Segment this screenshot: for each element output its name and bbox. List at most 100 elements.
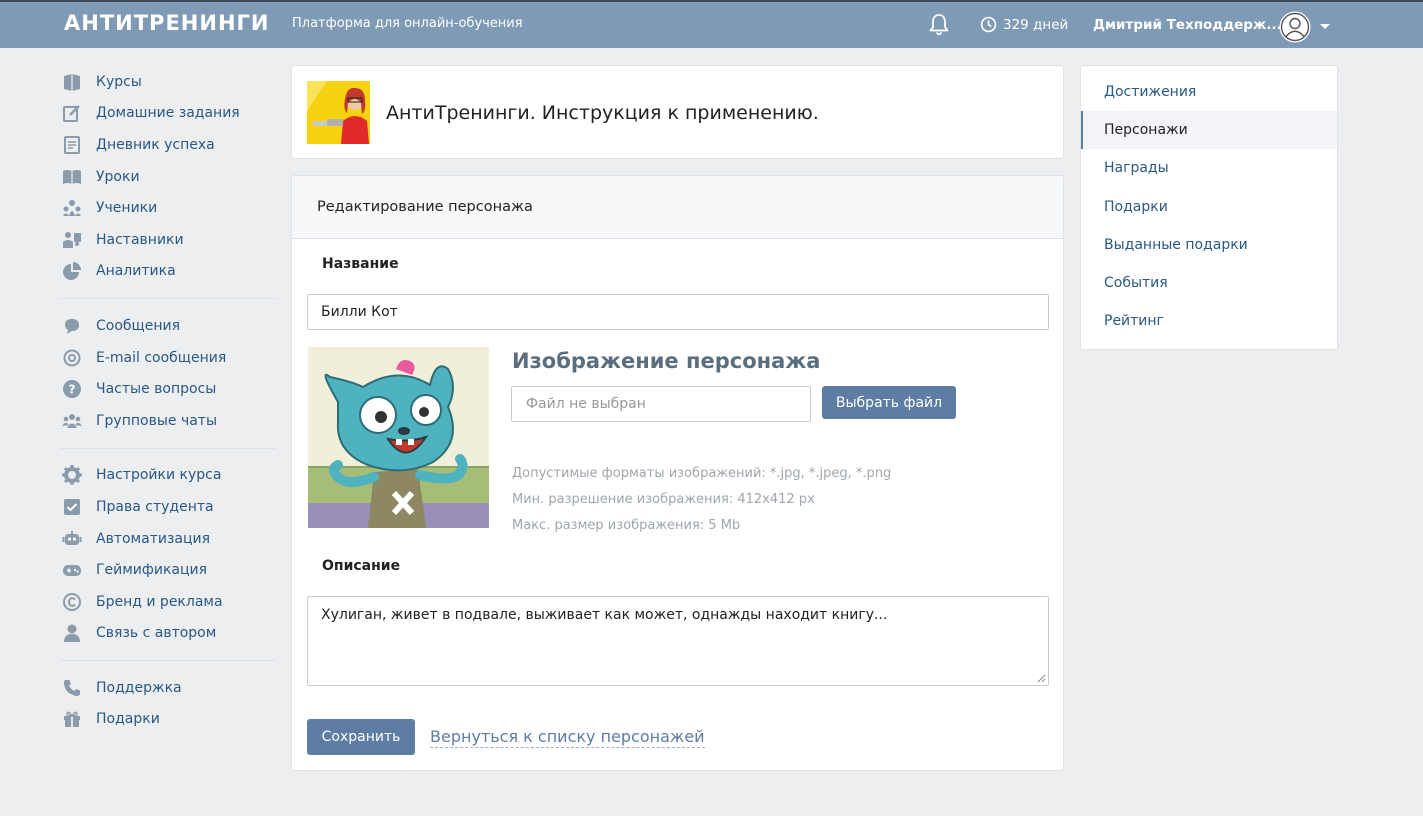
nav-label: Подарки <box>96 711 160 728</box>
nav-item-automation[interactable]: Автоматизация <box>60 523 276 555</box>
back-to-characters-link[interactable]: Вернуться к списку персонажей <box>430 727 705 748</box>
user-icon <box>60 623 84 643</box>
hint-formats: Допустимые форматы изображений: *.jpg, *… <box>512 466 892 481</box>
nav-item-messages[interactable]: Сообщения <box>60 310 276 342</box>
course-header-card: АнтиТренинги. Инструкция к применению. <box>291 65 1064 159</box>
nav-label: Частые вопросы <box>96 381 217 398</box>
menu-item-achievements[interactable]: Достижения <box>1081 73 1337 111</box>
nav-label: Геймификация <box>96 562 208 579</box>
hint-max-size: Макс. размер изображения: 5 Mb <box>512 518 741 533</box>
resize-handle-icon[interactable] <box>1036 673 1046 683</box>
editor-heading: Редактирование персонажа <box>292 176 1063 239</box>
nav-item-student-rights[interactable]: Права студента <box>60 491 276 523</box>
diary-icon <box>60 135 84 155</box>
nav-label: Связь с автором <box>96 625 217 642</box>
permissions-icon <box>60 497 84 517</box>
gamepad-icon <box>60 560 84 580</box>
top-bar: АНТИТРЕНИНГИ Платформа для онлайн-обучен… <box>0 0 1423 48</box>
nav-item-support[interactable]: Поддержка <box>60 672 276 704</box>
nav-item-courses[interactable]: Курсы <box>60 66 276 98</box>
menu-item-rating[interactable]: Рейтинг <box>1081 302 1337 340</box>
avatar-icon[interactable] <box>1279 11 1311 43</box>
days-counter: 329 дней <box>980 16 1068 33</box>
user-name[interactable]: Дмитрий Техподдерж... <box>1093 17 1282 33</box>
nav-label: Групповые чаты <box>96 412 218 429</box>
group-chats-icon <box>60 411 84 431</box>
menu-item-issued-gifts[interactable]: Выданные подарки <box>1081 226 1337 264</box>
nav-item-homework[interactable]: Домашние задания <box>60 98 276 130</box>
left-sidebar: Курсы Домашние задания Дневник успеха Ур… <box>60 66 276 735</box>
course-title: АнтиТренинги. Инструкция к применению. <box>386 102 819 124</box>
nav-label: Уроки <box>96 168 140 185</box>
days-label: 329 дней <box>1003 16 1069 33</box>
nav-label: Курсы <box>96 73 142 90</box>
menu-item-events[interactable]: События <box>1081 264 1337 302</box>
lessons-icon <box>60 167 84 187</box>
menu-item-gifts[interactable]: Подарки <box>1081 188 1337 226</box>
nav-item-gifts[interactable]: Подарки <box>60 704 276 736</box>
divider <box>60 447 276 449</box>
choose-file-button[interactable]: Выбрать файл <box>822 386 956 419</box>
nav-label: Ученики <box>96 200 158 217</box>
settings-icon <box>60 465 84 486</box>
nav-label: Дневник успеха <box>96 136 215 153</box>
svg-text:?: ? <box>69 383 76 397</box>
menu-item-rewards[interactable]: Награды <box>1081 149 1337 187</box>
name-label: Название <box>322 256 399 272</box>
nav-label: Наставники <box>96 231 184 248</box>
clock-icon <box>980 16 997 33</box>
save-button[interactable]: Сохранить <box>307 719 415 755</box>
tagline: Платформа для онлайн-обучения <box>292 16 523 31</box>
name-input[interactable]: Билли Кот <box>307 294 1049 330</box>
nav-item-analytics[interactable]: Аналитика <box>60 256 276 288</box>
nav-item-faq[interactable]: ? Частые вопросы <box>60 373 276 405</box>
nav-label: Аналитика <box>96 263 176 280</box>
nav-item-email[interactable]: E-mail сообщения <box>60 342 276 374</box>
nav-label: Автоматизация <box>96 530 211 547</box>
phone-icon <box>60 678 84 698</box>
email-icon <box>60 348 84 368</box>
nav-item-diary[interactable]: Дневник успеха <box>60 129 276 161</box>
messages-icon <box>60 316 84 336</box>
robot-icon <box>60 529 84 549</box>
nav-label: Домашние задания <box>96 105 240 122</box>
divider <box>60 298 276 300</box>
nav-item-mentors[interactable]: Наставники <box>60 224 276 256</box>
nav-label: Сообщения <box>96 317 181 334</box>
divider <box>60 660 276 662</box>
course-thumbnail[interactable] <box>307 81 370 144</box>
nav-label: Бренд и реклама <box>96 593 223 610</box>
character-editor: Редактирование персонажа Название Билли … <box>291 175 1064 771</box>
hint-min-resolution: Мин. разрешение изображения: 412x412 px <box>512 492 815 507</box>
nav-item-gamification[interactable]: Геймификация <box>60 554 276 586</box>
bell-icon[interactable] <box>928 13 950 37</box>
gift-icon <box>60 709 84 729</box>
nav-item-course-settings[interactable]: Настройки курса <box>60 460 276 492</box>
analytics-icon <box>60 261 84 281</box>
character-image <box>308 347 489 528</box>
courses-icon <box>60 72 84 92</box>
description-label: Описание <box>322 558 401 574</box>
nav-label: Настройки курса <box>96 467 222 484</box>
image-section-title: Изображение персонажа <box>512 349 821 373</box>
file-field[interactable]: Файл не выбран <box>511 386 811 422</box>
menu-item-characters[interactable]: Персонажи <box>1081 111 1337 150</box>
copyright-icon <box>60 592 84 612</box>
nav-item-contact-author[interactable]: Связь с автором <box>60 618 276 650</box>
description-textarea[interactable]: Хулиган, живет в подвале, выживает как м… <box>307 596 1049 686</box>
logo[interactable]: АНТИТРЕНИНГИ <box>64 11 269 35</box>
nav-label: Поддержка <box>96 679 182 696</box>
nav-item-group-chats[interactable]: Групповые чаты <box>60 405 276 437</box>
nav-label: Права студента <box>96 498 214 515</box>
right-menu: Достижения Персонажи Награды Подарки Выд… <box>1080 65 1338 350</box>
nav-item-lessons[interactable]: Уроки <box>60 161 276 193</box>
mentors-icon <box>60 230 84 250</box>
chevron-down-icon[interactable] <box>1320 24 1330 29</box>
faq-icon: ? <box>60 379 84 399</box>
nav-label: E-mail сообщения <box>96 349 227 366</box>
students-icon <box>60 198 84 218</box>
homework-icon <box>60 103 84 123</box>
nav-item-brand[interactable]: Бренд и реклама <box>60 586 276 618</box>
nav-item-students[interactable]: Ученики <box>60 192 276 224</box>
description-text: Хулиган, живет в подвале, выживает как м… <box>321 607 888 623</box>
